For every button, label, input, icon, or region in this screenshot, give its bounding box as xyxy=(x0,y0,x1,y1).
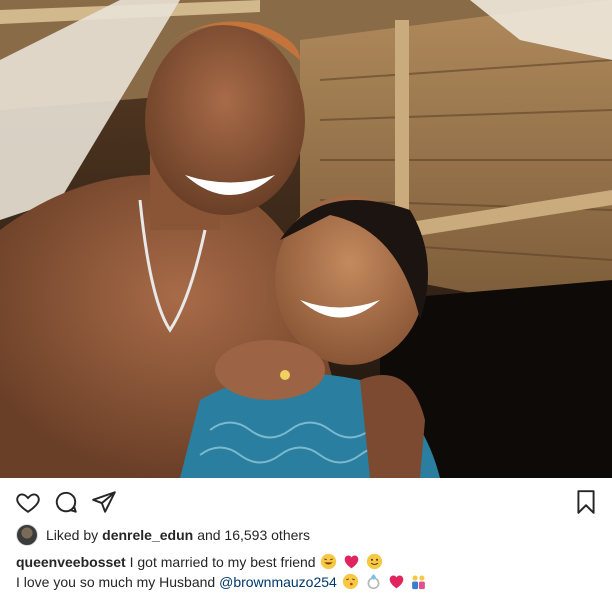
caption-line-1: queenveebosset I got married to my best … xyxy=(16,552,601,572)
paper-plane-icon xyxy=(92,491,116,513)
like-button[interactable] xyxy=(14,488,42,516)
post-photo[interactable] xyxy=(0,0,612,478)
smiling-face-emoji-icon xyxy=(367,553,383,570)
save-button[interactable] xyxy=(572,488,600,516)
red-heart-emoji-icon xyxy=(345,555,359,569)
likes-row: Liked by denrele_edun and 16,593 others xyxy=(16,522,310,548)
likes-count[interactable]: and 16,593 others xyxy=(197,527,310,543)
couple-emoji-icon xyxy=(412,575,426,590)
caption-username[interactable]: queenveebosset xyxy=(16,554,126,570)
post-caption: queenveebosset I got married to my best … xyxy=(16,552,601,592)
caption-text-2: I love you so much my Husband xyxy=(16,574,216,590)
instagram-post: Liked by denrele_edun and 16,593 others … xyxy=(0,0,612,594)
action-bar xyxy=(0,478,612,524)
liker-avatar[interactable] xyxy=(16,524,38,546)
ring-emoji-icon xyxy=(367,573,380,590)
liker-username[interactable]: denrele_edun xyxy=(102,527,193,543)
caption-mention-link[interactable]: @brownmauzo254 xyxy=(219,574,337,590)
caption-line-2: I love you so much my Husband @brownmauz… xyxy=(16,572,601,592)
couple-selfie-image xyxy=(0,0,612,478)
bookmark-icon xyxy=(577,490,595,514)
share-button[interactable] xyxy=(90,488,118,516)
kissing-face-emoji-icon xyxy=(342,573,358,590)
grinning-face-emoji-icon xyxy=(321,553,337,570)
heart-outline-icon xyxy=(16,493,40,513)
comment-button[interactable] xyxy=(52,488,80,516)
likes-prefix: Liked by xyxy=(46,527,99,543)
comment-bubble-icon xyxy=(55,491,77,513)
caption-text-1: I got married to my best friend xyxy=(129,554,316,570)
red-heart-emoji-icon xyxy=(389,575,403,589)
